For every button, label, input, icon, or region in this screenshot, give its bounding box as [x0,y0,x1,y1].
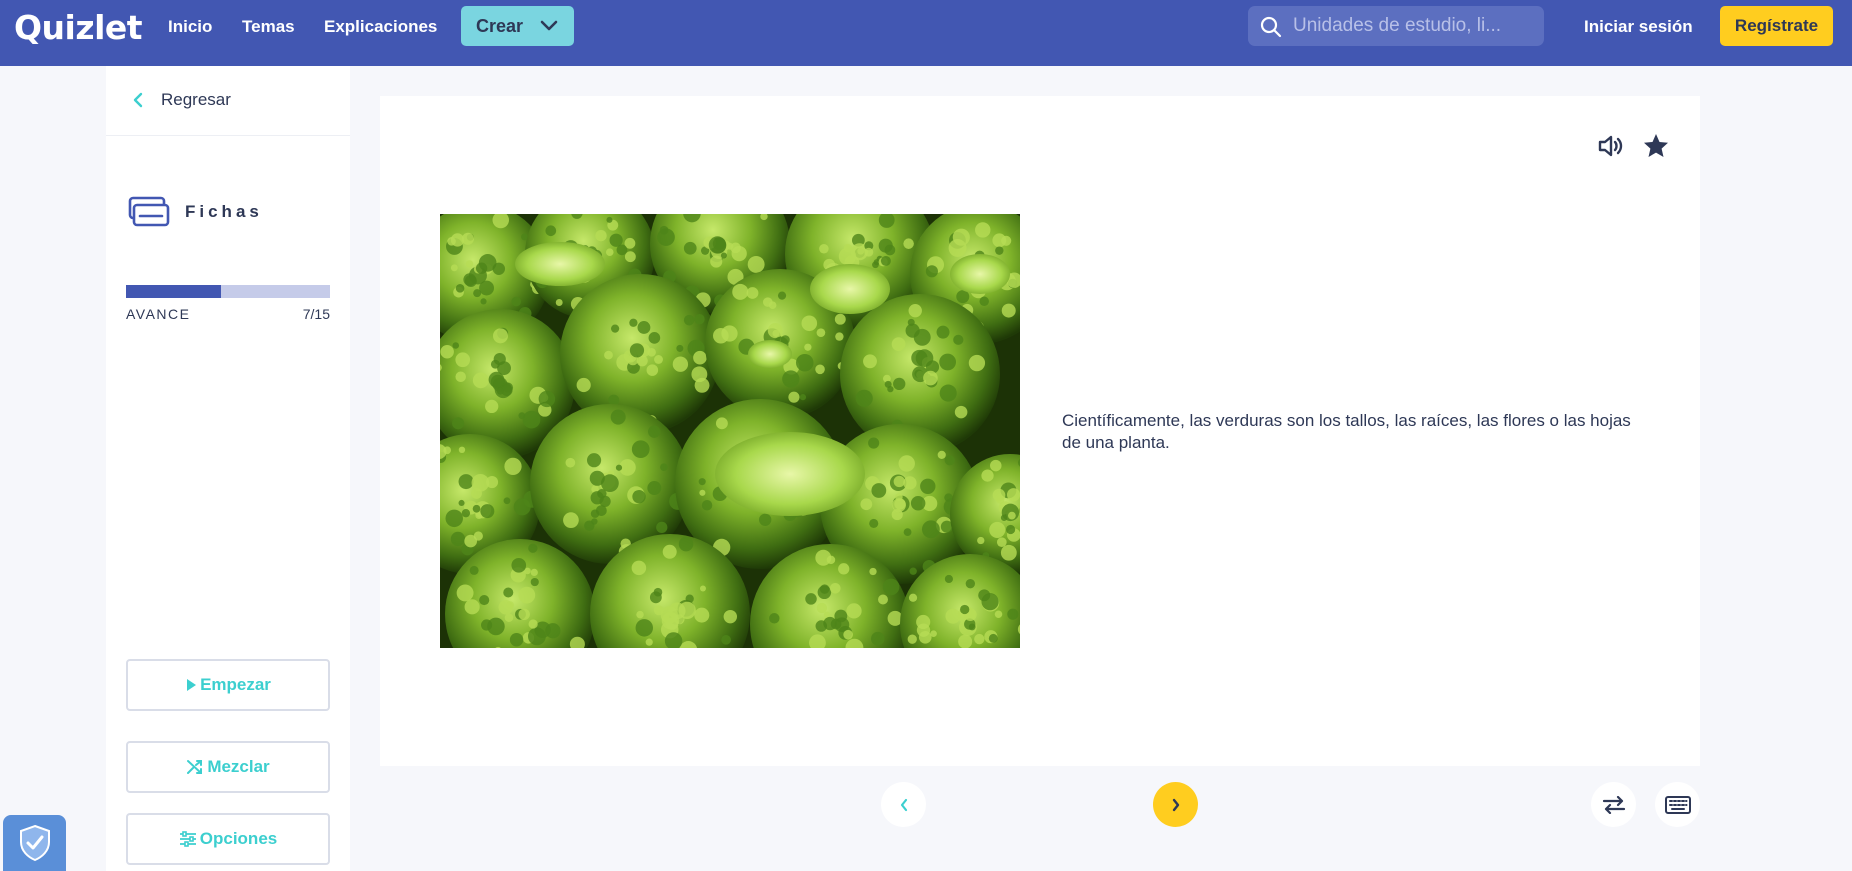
nav-link-inicio[interactable]: Inicio [168,0,212,54]
privacy-shield-badge[interactable] [3,815,66,871]
next-card-button[interactable] [1153,782,1198,827]
create-button-label: Crear [476,15,524,36]
top-navigation-bar: Quizlet Inicio Temas Explicaciones Crear… [0,0,1852,66]
shuffle-icon [187,760,203,774]
sidebar: Regresar Fichas AVANCE 7/15 Empezar Mezc… [106,66,350,871]
progress-label: AVANCE [126,306,191,322]
start-button-label: Empezar [200,675,271,694]
keyboard-shortcuts-button[interactable] [1655,782,1700,827]
shuffle-button-label: Mezclar [207,757,270,776]
search-input[interactable] [1293,6,1533,46]
options-button-label: Opciones [199,829,278,848]
chevron-right-icon [1172,798,1179,811]
swap-sides-button[interactable] [1591,782,1636,827]
mode-title: Fichas [185,202,263,221]
start-button[interactable]: Empezar [126,659,330,711]
chevron-left-icon [133,92,143,108]
swap-icon [1602,795,1625,814]
previous-card-button[interactable] [881,782,926,827]
nav-link-temas[interactable]: Temas [242,0,295,54]
sliders-icon [179,831,196,847]
chevron-down-icon [540,20,558,31]
back-link[interactable]: Regresar [106,66,350,136]
register-button[interactable]: Regístrate [1720,6,1833,46]
flashcards-icon [128,196,170,227]
quizlet-logo[interactable]: Quizlet [14,8,143,47]
keyboard-icon [1664,795,1691,814]
search-box [1248,6,1544,46]
progress-bar [126,285,330,298]
play-icon [187,679,197,691]
login-link[interactable]: Iniciar sesión [1584,0,1693,54]
nav-link-explicaciones[interactable]: Explicaciones [324,0,437,54]
progress-bar-fill [126,285,222,298]
create-button[interactable]: Crear [461,6,574,46]
progress-count: 7/15 [302,306,330,322]
search-icon [1260,16,1282,38]
chevron-left-icon [900,798,907,811]
back-link-label: Regresar [161,90,231,109]
flashcard-image-broccoli [440,214,1020,648]
options-button[interactable]: Opciones [126,813,330,865]
flashcard-definition: Científicamente, las verduras son los ta… [1062,411,1631,452]
speaker-icon[interactable] [1596,132,1624,160]
shuffle-button[interactable]: Mezclar [126,741,330,793]
flashcard[interactable]: Científicamente, las verduras son los ta… [380,96,1700,766]
shield-check-icon [19,824,50,862]
star-icon[interactable] [1642,132,1670,160]
broccoli-illustration [440,214,1020,648]
